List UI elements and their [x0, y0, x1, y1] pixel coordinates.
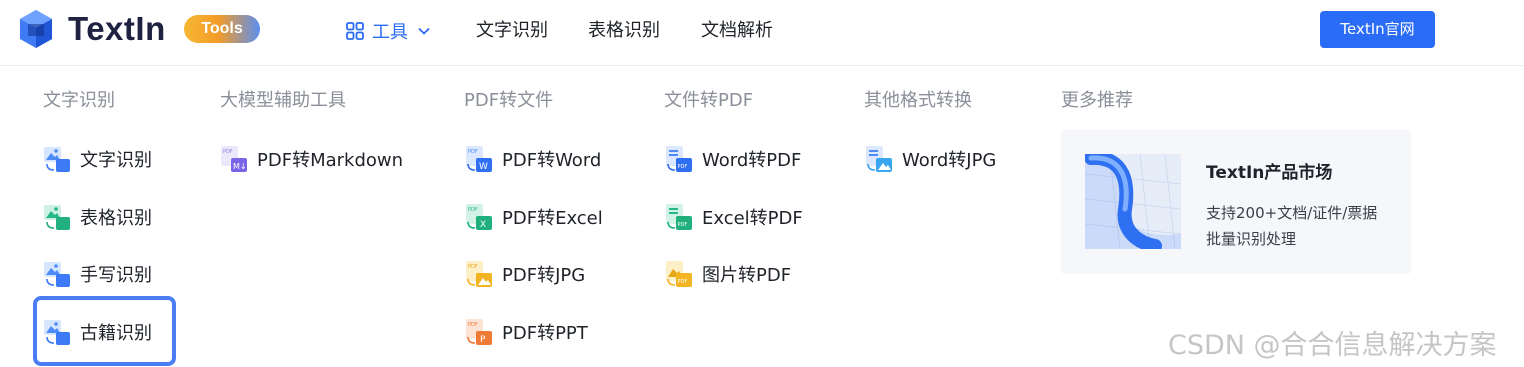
svg-text:W: W [479, 162, 488, 172]
menu-item-label: Word转PDF [702, 150, 802, 171]
svg-text:M↓: M↓ [233, 162, 247, 171]
svg-text:PDF: PDF [678, 279, 688, 285]
nav-document-parsing[interactable]: 文档解析 [701, 18, 773, 44]
menu-item-label: PDF转JPG [502, 265, 586, 286]
column-title-text-recognition: 文字识别 [43, 90, 115, 111]
menu-item-label: Word转JPG [902, 150, 997, 171]
pdf-to-excel-icon: PDF X [466, 204, 492, 230]
menu-item-label: 文字识别 [80, 150, 152, 171]
menu-item-excel-to-pdf[interactable]: PDF Excel转PDF [664, 200, 803, 234]
image-to-txt-icon [44, 147, 70, 172]
menu-item-label: PDF转Word [502, 150, 602, 171]
column-title-pdf-to-file: PDF转文件 [464, 90, 554, 111]
pdf-to-word-icon: PDF W [466, 146, 492, 172]
pdf-to-markdown-icon: PDF M↓ [221, 146, 247, 172]
svg-text:PDF: PDF [468, 264, 478, 270]
menu-item-pdf-to-markdown[interactable]: PDF M↓ PDF转Markdown [219, 142, 403, 176]
menu-item-label: PDF转Excel [502, 208, 603, 229]
word-to-jpg-icon [866, 146, 892, 172]
grid-icon [346, 22, 364, 40]
column-title-other-conversion: 其他格式转换 [864, 90, 972, 111]
menu-item-table-recognition[interactable]: 表格识别 [42, 200, 152, 234]
menu-item-word-to-jpg[interactable]: Word转JPG [864, 142, 996, 176]
pdf-to-ppt-icon: PDF P [466, 319, 492, 345]
pdf-to-jpg-icon: PDF [466, 261, 492, 287]
menu-item-text-recognition[interactable]: 文字识别 [42, 142, 152, 176]
menu-item-image-to-pdf[interactable]: PDF 图片转PDF [664, 257, 791, 291]
nav-text-recognition[interactable]: 文字识别 [476, 18, 548, 44]
menu-item-pdf-to-word[interactable]: PDF W PDF转Word [464, 142, 601, 176]
svg-text:PDF: PDF [678, 164, 688, 170]
menu-item-pdf-to-jpg[interactable]: PDF PDF转JPG [464, 257, 585, 291]
svg-text:X: X [480, 220, 486, 230]
menu-item-handwriting-recognition[interactable]: 手写识别 [42, 257, 152, 291]
svg-text:PDF: PDF [223, 149, 233, 155]
textin-logo-icon[interactable] [18, 9, 54, 49]
image-to-txt-icon [44, 262, 70, 287]
column-title-llm-tools: 大模型辅助工具 [220, 90, 346, 111]
svg-text:PDF: PDF [678, 222, 688, 228]
word-to-pdf-icon: PDF [666, 146, 692, 172]
menu-item-label: PDF转Markdown [257, 150, 404, 171]
tools-dropdown-menu[interactable]: 工具 [346, 18, 430, 44]
svg-text:PDF: PDF [468, 207, 478, 213]
menu-item-pdf-to-ppt[interactable]: PDF P PDF转PPT [464, 315, 588, 349]
brand-name[interactable]: TextIn [68, 10, 166, 48]
menu-item-word-to-pdf[interactable]: PDF Word转PDF [664, 142, 801, 176]
promo-title: TextIn产品市场 [1206, 163, 1333, 183]
promo-description: 支持200+文档/证件/票据 [1206, 204, 1378, 222]
svg-text:PDF: PDF [468, 322, 478, 328]
menu-item-label: PDF转PPT [502, 323, 588, 344]
tools-menu-label: 工具 [372, 22, 408, 43]
menu-item-label: Excel转PDF [702, 208, 803, 229]
chevron-down-icon [418, 27, 430, 35]
column-title-more-recommendations: 更多推荐 [1061, 90, 1133, 111]
excel-to-pdf-icon: PDF [666, 204, 692, 230]
column-title-file-to-pdf: 文件转PDF [664, 90, 754, 111]
menu-item-label: 手写识别 [80, 265, 152, 286]
image-to-pdf-icon: PDF [666, 261, 692, 287]
image-to-xls-icon [44, 205, 70, 230]
svg-text:PDF: PDF [468, 149, 478, 155]
nav-table-recognition[interactable]: 表格识别 [588, 18, 660, 44]
promo-description: 批量识别处理 [1206, 230, 1297, 248]
selected-item-highlight [33, 296, 176, 366]
top-navigation-bar: TextIn Tools 工具 文字识别 表格识别 文档解析 TextIn官网 [0, 0, 1524, 66]
menu-item-label: 图片转PDF [702, 265, 792, 286]
csdn-watermark: CSDN @合合信息解决方案 [1168, 330, 1497, 361]
textin-official-site-button[interactable]: TextIn官网 [1320, 11, 1435, 48]
tools-badge: Tools [184, 15, 260, 43]
svg-text:P: P [480, 335, 486, 345]
product-market-illustration-icon [1085, 154, 1181, 249]
menu-item-pdf-to-excel[interactable]: PDF X PDF转Excel [464, 200, 603, 234]
menu-item-label: 表格识别 [80, 208, 152, 229]
product-market-promo-card[interactable]: TextIn产品市场 支持200+文档/证件/票据 批量识别处理 [1061, 130, 1411, 274]
